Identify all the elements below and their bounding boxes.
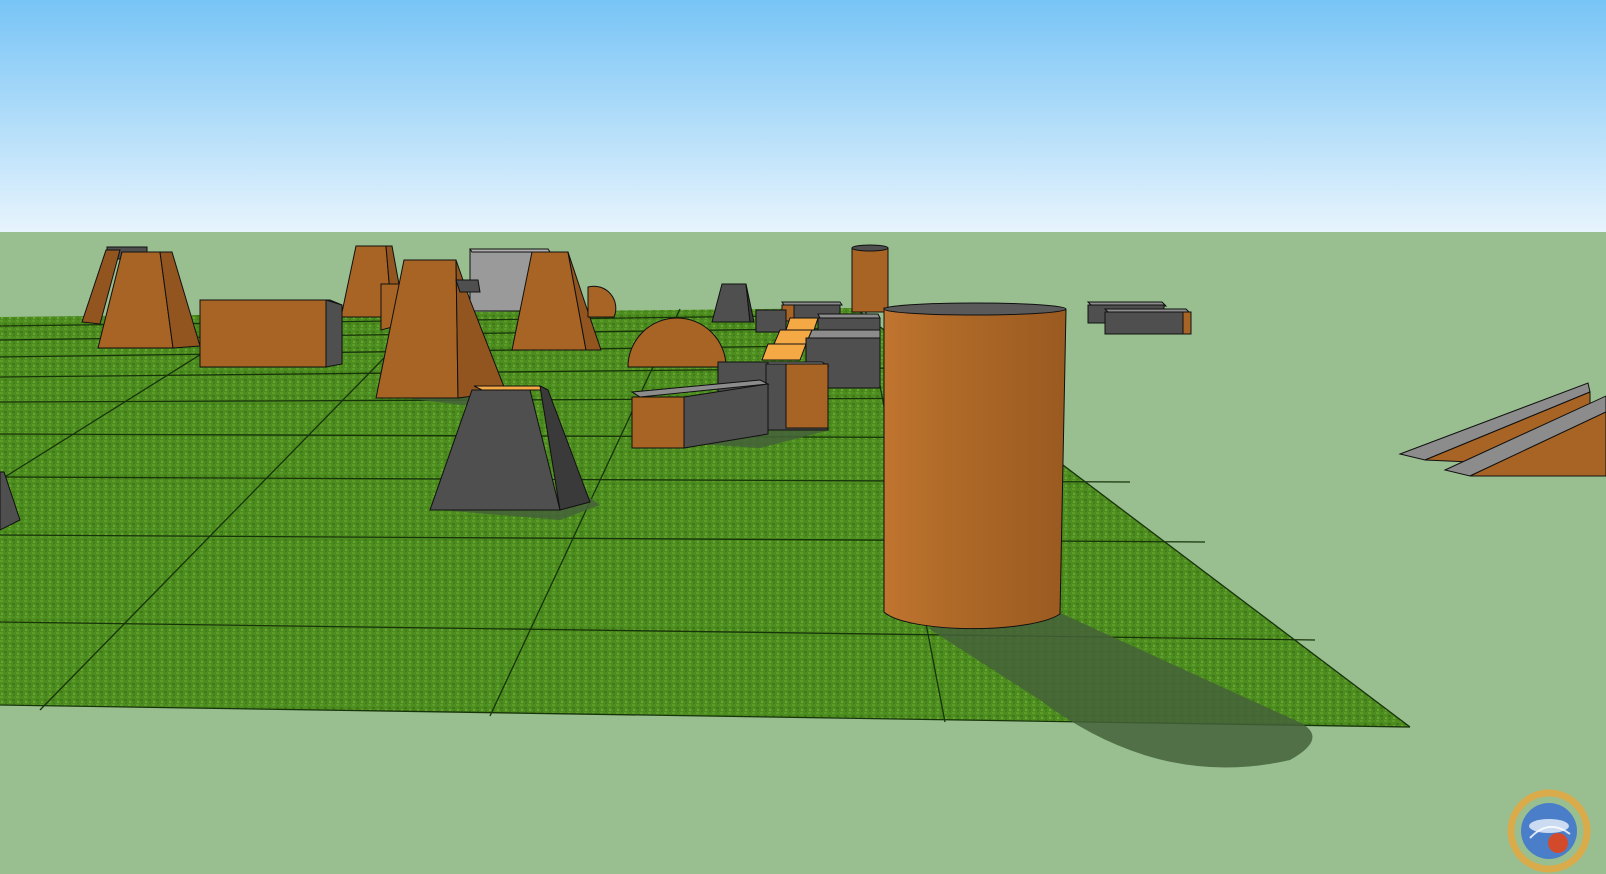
sky: [0, 0, 1606, 232]
cylinder-far: [851, 244, 889, 313]
cylinder-large: [883, 302, 1067, 630]
globe-logo-icon: [1507, 789, 1591, 873]
3d-viewport[interactable]: [0, 0, 1606, 871]
box-long: [199, 299, 343, 368]
